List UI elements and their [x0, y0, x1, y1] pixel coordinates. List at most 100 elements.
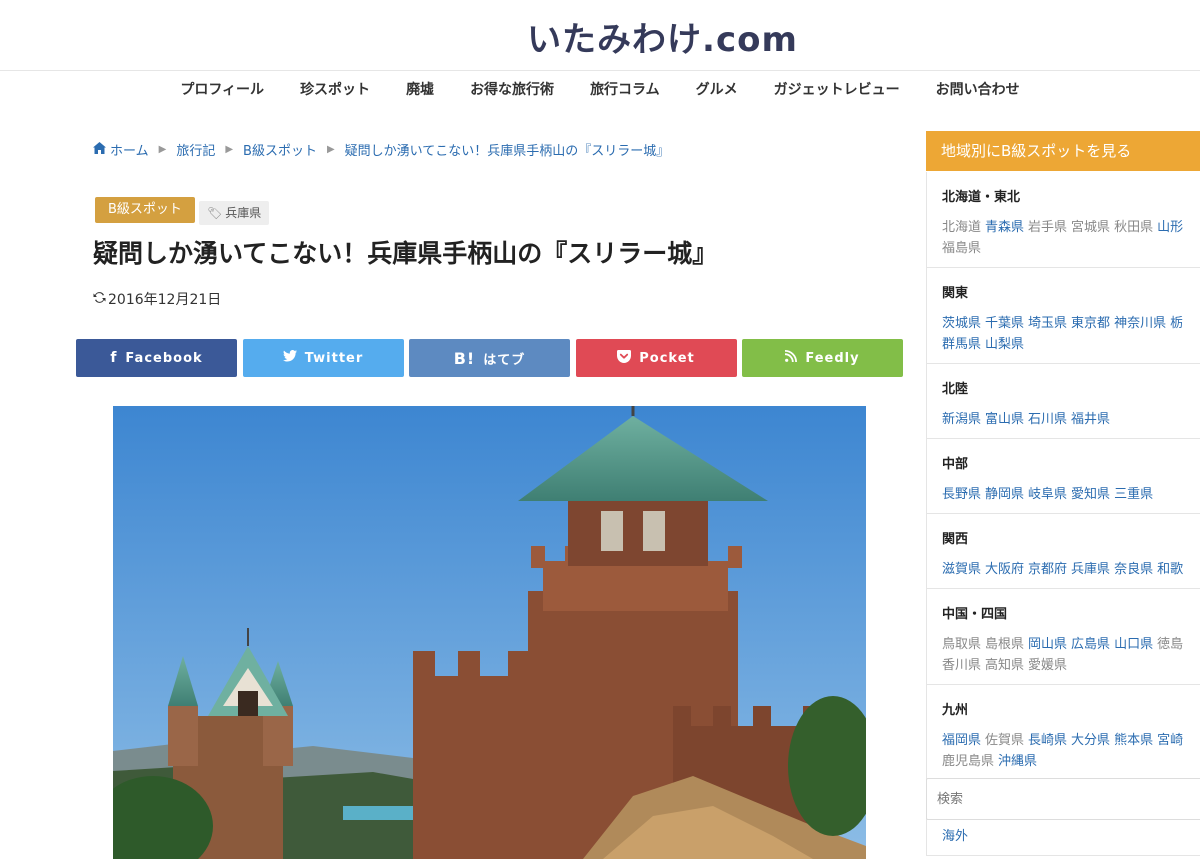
region-list: 北海道・東北 北海道 青森県 岩手県 宮城県 秋田県 山形 福島県 関東 茨城県 千葉県 埼玉県 東京都… [926, 172, 1200, 856]
site-header: いたみわけ.com [0, 0, 1200, 71]
nav-item-profile[interactable]: プロフィール [180, 70, 264, 110]
tag-badge[interactable]: 🏷 兵庫県 [199, 201, 270, 225]
prefecture-link[interactable]: 山形 [1157, 220, 1183, 235]
home-icon [93, 141, 106, 158]
prefecture-link[interactable]: 愛知県 [1071, 487, 1110, 502]
prefecture-link[interactable]: 長野県 [942, 487, 981, 502]
prefecture-link[interactable]: 奈良県 [1114, 562, 1153, 577]
twitter-share-label: Twitter [304, 350, 364, 366]
nav-item-gadget-review[interactable]: ガジェットレビュー [774, 70, 900, 110]
tag-icon: 🏷 [207, 206, 223, 220]
prefecture-link[interactable]: 海外 [942, 829, 968, 844]
prefecture-link[interactable]: 福岡県 [942, 733, 981, 748]
prefecture-link[interactable]: 大分県 [1071, 733, 1110, 748]
pocket-save-button[interactable]: Pocket [575, 339, 737, 377]
prefecture-text: 島根県 [985, 637, 1025, 652]
prefecture-link[interactable]: 神奈川県 [1114, 316, 1166, 331]
pocket-icon [617, 349, 632, 367]
search-input[interactable] [926, 778, 1200, 820]
prefecture-link[interactable]: 青森県 [985, 220, 1024, 235]
prefecture-text: 佐賀県 [985, 733, 1025, 748]
prefecture-link[interactable]: 滋賀県 [942, 562, 981, 577]
prefecture-link[interactable]: 大阪府 [985, 562, 1024, 577]
post-date-text: 2016年12月21日 [108, 292, 222, 308]
prefecture-text: 秋田県 [1114, 220, 1154, 235]
prefecture-line: 茨城県 千葉県 埼玉県 東京都 神奈川県栃 [942, 313, 1200, 334]
prefecture-text: 徳島 [1157, 637, 1184, 652]
prefecture-text: 鹿児島県 [942, 754, 995, 769]
prefecture-link[interactable]: 三重県 [1114, 487, 1153, 502]
prefecture-link[interactable]: 山口県 [1114, 637, 1153, 652]
twitter-share-button[interactable]: Twitter [242, 339, 404, 377]
prefecture-link[interactable]: 和歌 [1157, 562, 1183, 577]
prefecture-link[interactable]: 宮崎 [1157, 733, 1183, 748]
nav-item-contact[interactable]: お問い合わせ [936, 70, 1020, 110]
prefecture-link[interactable]: 群馬県 [942, 337, 981, 352]
prefecture-line: 長野県 静岡県 岐阜県 愛知県 三重県 [942, 484, 1200, 505]
nav-item-travel-column[interactable]: 旅行コラム [590, 70, 660, 110]
prefecture-link[interactable]: 沖縄県 [998, 754, 1037, 769]
region-block: 九州福岡県 佐賀県 長崎県 大分県 熊本県 宮崎鹿児島県 沖縄県 [927, 685, 1200, 781]
prefecture-link[interactable]: 岐阜県 [1028, 487, 1067, 502]
prefecture-link[interactable]: 長崎県 [1028, 733, 1067, 748]
prefecture-line: 福島県 [942, 238, 1200, 259]
facebook-icon: f [110, 350, 118, 366]
prefecture-link[interactable]: 福井県 [1071, 412, 1110, 427]
prefecture-link[interactable]: 栃 [1170, 316, 1183, 331]
breadcrumb-current[interactable]: 疑問しか湧いてこない！兵庫県手柄山の『スリラー城』 [345, 140, 670, 159]
region-block: 関東 茨城県 千葉県 埼玉県 東京都 神奈川県栃群馬県 山梨県 [927, 268, 1200, 364]
prefecture-text: 宮城県 [1071, 220, 1111, 235]
nav-item-chin-spot[interactable]: 珍スポット [300, 70, 370, 110]
nav-item-haikyo[interactable]: 廃墟 [406, 70, 434, 110]
prefecture-link[interactable]: 熊本県 [1114, 733, 1153, 748]
prefecture-link[interactable]: 兵庫県 [1071, 562, 1110, 577]
prefecture-text: 北海道 [942, 220, 982, 235]
hatena-bookmark-button[interactable]: B! はてブ [409, 339, 570, 377]
site-title[interactable]: いたみわけ.com [0, 12, 1200, 61]
prefecture-link[interactable]: 新潟県 [942, 412, 981, 427]
facebook-share-button[interactable]: f Facebook [76, 339, 237, 377]
prefecture-link[interactable]: 静岡県 [985, 487, 1024, 502]
global-nav: プロフィール 珍スポット 廃墟 お得な旅行術 旅行コラム グルメ ガジェットレビ… [0, 70, 1200, 110]
breadcrumb: ホーム ▶ 旅行記 ▶ B級スポット ▶ 疑問しか湧いてこない！兵庫県手柄山の『… [93, 140, 669, 159]
prefecture-link[interactable]: 茨城県 [942, 316, 981, 331]
prefecture-line: 鹿児島県 沖縄県 [942, 751, 1200, 772]
prefecture-link[interactable]: 埼玉県 [1028, 316, 1067, 331]
breadcrumb-separator-icon: ▶ [326, 144, 335, 155]
region-block: 北陸 新潟県 富山県 石川県 福井県 [927, 364, 1200, 439]
region-name: 九州 [942, 703, 969, 718]
pocket-save-label: Pocket [639, 350, 695, 366]
feedly-follow-label: Feedly [805, 350, 860, 366]
tag-label-text: 兵庫県 [225, 206, 262, 220]
region-block: 中部 長野県 静岡県 岐阜県 愛知県 三重県 [927, 439, 1200, 514]
hatena-bookmark-label: はてブ [483, 352, 526, 368]
prefecture-link[interactable]: 東京都 [1071, 316, 1110, 331]
prefecture-link[interactable]: 富山県 [985, 412, 1024, 427]
region-name: 関東 [942, 286, 969, 301]
refresh-icon [93, 291, 106, 308]
prefecture-link[interactable]: 千葉県 [985, 316, 1024, 331]
region-block: 関西 滋賀県 大阪府 京都府 兵庫県 奈良県 和歌 [927, 514, 1200, 589]
prefecture-link[interactable]: 岡山県 [1028, 637, 1067, 652]
prefecture-text: 愛媛県 [1028, 658, 1068, 673]
region-name: 中国・四国 [942, 607, 1008, 622]
prefecture-link[interactable]: 石川県 [1028, 412, 1067, 427]
prefecture-text: 福島県 [942, 241, 982, 256]
prefecture-line: 群馬県 山梨県 [942, 334, 1200, 355]
category-badge[interactable]: B級スポット [95, 197, 195, 223]
share-buttons: f Facebook Twitter B! はてブ Pocket Feedly [76, 339, 903, 377]
region-block: 北海道・東北 北海道 青森県 岩手県 宮城県 秋田県 山形 福島県 [927, 172, 1200, 268]
prefecture-text: 香川県 [942, 658, 982, 673]
prefecture-link[interactable]: 広島県 [1071, 637, 1110, 652]
feedly-follow-button[interactable]: Feedly [742, 339, 903, 377]
prefecture-line: 新潟県 富山県 石川県 福井県 [942, 409, 1200, 430]
breadcrumb-item-travel[interactable]: 旅行記 [176, 140, 215, 159]
nav-item-gourmet[interactable]: グルメ [696, 70, 738, 110]
breadcrumb-home[interactable]: ホーム [110, 140, 149, 159]
nav-item-travel-tips[interactable]: お得な旅行術 [470, 70, 554, 110]
post-title: 疑問しか湧いてこない！兵庫県手柄山の『スリラー城』 [93, 239, 718, 268]
breadcrumb-item-bkyu-spot[interactable]: B級スポット [243, 140, 317, 159]
prefecture-link[interactable]: 山梨県 [985, 337, 1024, 352]
prefecture-link[interactable]: 京都府 [1028, 562, 1067, 577]
breadcrumb-separator-icon: ▶ [225, 144, 234, 155]
